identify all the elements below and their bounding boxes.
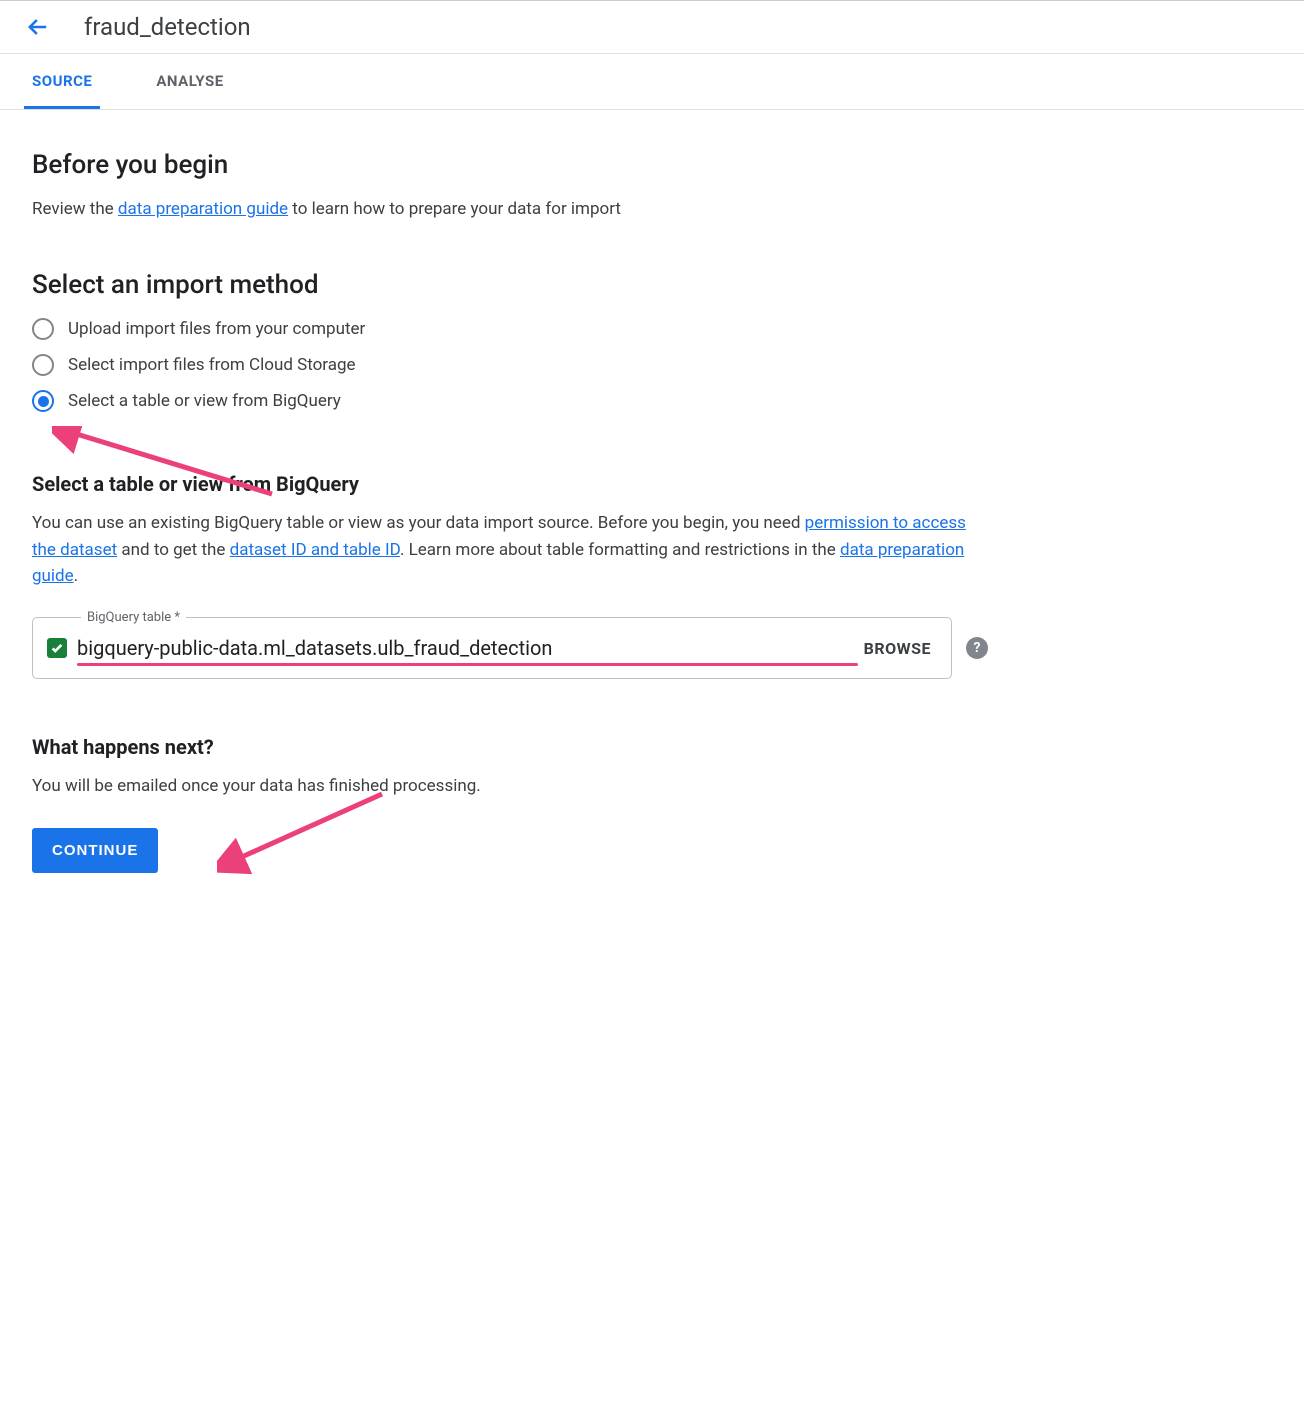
radio-label: Upload import files from your computer bbox=[68, 319, 365, 339]
back-arrow-icon[interactable] bbox=[24, 13, 52, 41]
radio-icon bbox=[32, 318, 54, 340]
before-text: Review the data preparation guide to lea… bbox=[32, 196, 988, 222]
link-data-prep-guide[interactable]: data preparation guide bbox=[118, 199, 288, 219]
bigquery-table-field[interactable]: BigQuery table * bigquery-public-data.ml… bbox=[32, 617, 952, 679]
page-title: fraud_detection bbox=[84, 13, 251, 41]
browse-button[interactable]: BROWSE bbox=[858, 639, 937, 658]
field-value-text: bigquery-public-data.ml_datasets.ulb_fra… bbox=[77, 636, 552, 660]
header-bar: fraud_detection bbox=[0, 0, 1304, 54]
field-label: BigQuery table * bbox=[81, 610, 186, 625]
next-heading: What happens next? bbox=[32, 735, 988, 759]
tab-source[interactable]: SOURCE bbox=[24, 54, 100, 109]
before-text-b: to learn how to prepare your data for im… bbox=[288, 199, 621, 219]
bq-text-d: . bbox=[74, 566, 78, 586]
link-dataset-id-table-id[interactable]: dataset ID and table ID bbox=[230, 540, 400, 560]
radio-bigquery[interactable]: Select a table or view from BigQuery bbox=[32, 390, 988, 412]
annotation-underline bbox=[77, 663, 858, 666]
radio-icon bbox=[32, 354, 54, 376]
tab-analyse[interactable]: ANALYSE bbox=[148, 54, 231, 109]
bq-text-c: . Learn more about table formatting and … bbox=[400, 540, 840, 560]
next-text: You will be emailed once your data has f… bbox=[32, 773, 988, 799]
main-content: Before you begin Review the data prepara… bbox=[0, 110, 1020, 905]
tabs-bar: SOURCE ANALYSE bbox=[0, 54, 1304, 110]
radio-icon bbox=[32, 390, 54, 412]
bigquery-description: You can use an existing BigQuery table o… bbox=[32, 510, 988, 589]
bigquery-field-row: BigQuery table * bigquery-public-data.ml… bbox=[32, 617, 988, 679]
radio-cloud-storage[interactable]: Select import files from Cloud Storage bbox=[32, 354, 988, 376]
continue-row: CONTINUE bbox=[32, 828, 988, 873]
before-text-a: Review the bbox=[32, 199, 118, 219]
bq-text-a: You can use an existing BigQuery table o… bbox=[32, 513, 805, 533]
bigquery-heading: Select a table or view from BigQuery bbox=[32, 472, 988, 496]
field-value: bigquery-public-data.ml_datasets.ulb_fra… bbox=[77, 636, 858, 660]
help-icon[interactable]: ? bbox=[966, 637, 988, 659]
continue-button[interactable]: CONTINUE bbox=[32, 828, 158, 873]
annotation-arrow-icon bbox=[217, 788, 397, 878]
radio-label: Select import files from Cloud Storage bbox=[68, 355, 356, 375]
import-method-heading: Select an import method bbox=[32, 270, 988, 300]
bq-text-b: and to get the bbox=[117, 540, 229, 560]
import-method-radio-group: Upload import files from your computer S… bbox=[32, 318, 988, 412]
check-icon bbox=[47, 638, 67, 658]
radio-upload-computer[interactable]: Upload import files from your computer bbox=[32, 318, 988, 340]
before-heading: Before you begin bbox=[32, 150, 988, 180]
radio-label: Select a table or view from BigQuery bbox=[68, 391, 341, 411]
